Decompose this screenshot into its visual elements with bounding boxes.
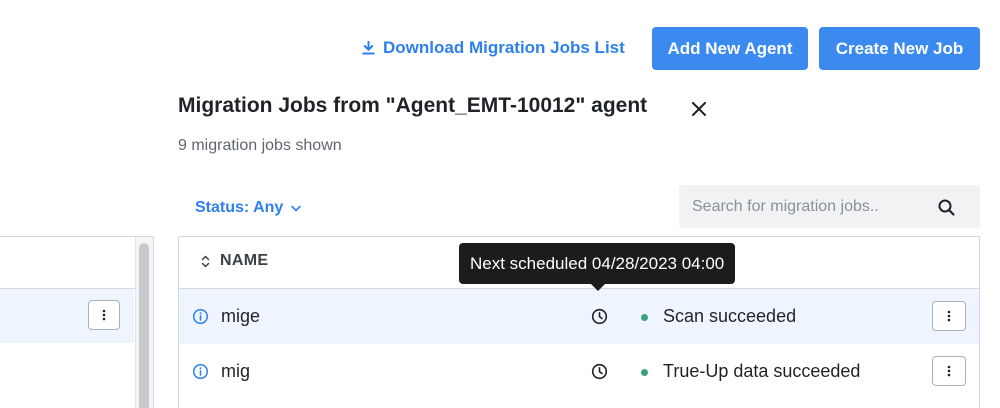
name-column-header[interactable]: NAME xyxy=(201,252,268,270)
table-row[interactable]: mig True-Up data succeeded xyxy=(179,344,979,399)
more-vertical-icon xyxy=(947,365,951,377)
page-title: Migration Jobs from "Agent_EMT-10012" ag… xyxy=(178,94,648,117)
status-filter-dropdown[interactable]: Status: Any xyxy=(195,197,302,219)
table-row[interactable]: mige Scan succeeded xyxy=(179,289,979,344)
create-new-job-button[interactable]: Create New Job xyxy=(819,27,980,70)
status-dot xyxy=(641,314,648,321)
scrollbar-track[interactable] xyxy=(135,237,153,408)
jobs-count-subtitle: 9 migration jobs shown xyxy=(178,137,342,154)
job-name[interactable]: mige xyxy=(221,306,260,327)
agents-list-panel xyxy=(0,236,154,408)
clock-icon[interactable] xyxy=(591,308,608,325)
clock-icon[interactable] xyxy=(591,363,608,380)
job-status: True-Up data succeeded xyxy=(663,361,861,381)
job-name[interactable]: mig xyxy=(221,361,250,382)
sort-icon xyxy=(201,255,210,267)
scrollbar-thumb[interactable] xyxy=(139,243,149,408)
close-icon[interactable] xyxy=(688,98,710,120)
download-jobs-label: Download Migration Jobs List xyxy=(383,38,625,57)
more-vertical-icon xyxy=(102,309,106,321)
add-new-agent-button[interactable]: Add New Agent xyxy=(652,27,808,70)
chevron-down-icon xyxy=(291,205,302,211)
search-box xyxy=(679,185,980,228)
status-filter-label: Status: Any xyxy=(195,199,284,216)
info-icon[interactable] xyxy=(192,363,209,380)
agents-list-header xyxy=(0,237,153,289)
search-input[interactable] xyxy=(679,185,929,228)
job-more-actions-button[interactable] xyxy=(932,356,966,386)
download-jobs-link[interactable]: Download Migration Jobs List xyxy=(362,36,625,60)
info-icon[interactable] xyxy=(192,308,209,325)
schedule-tooltip: Next scheduled 04/28/2023 04:00 xyxy=(459,243,736,284)
job-more-actions-button[interactable] xyxy=(932,301,966,331)
name-column-label: NAME xyxy=(220,252,269,269)
search-icon[interactable] xyxy=(935,196,957,218)
status-dot xyxy=(641,369,648,376)
more-vertical-icon xyxy=(947,310,951,322)
agent-more-actions-button[interactable] xyxy=(88,300,120,330)
tooltip-arrow xyxy=(591,284,605,291)
download-icon xyxy=(362,41,375,55)
job-status: Scan succeeded xyxy=(663,306,797,326)
